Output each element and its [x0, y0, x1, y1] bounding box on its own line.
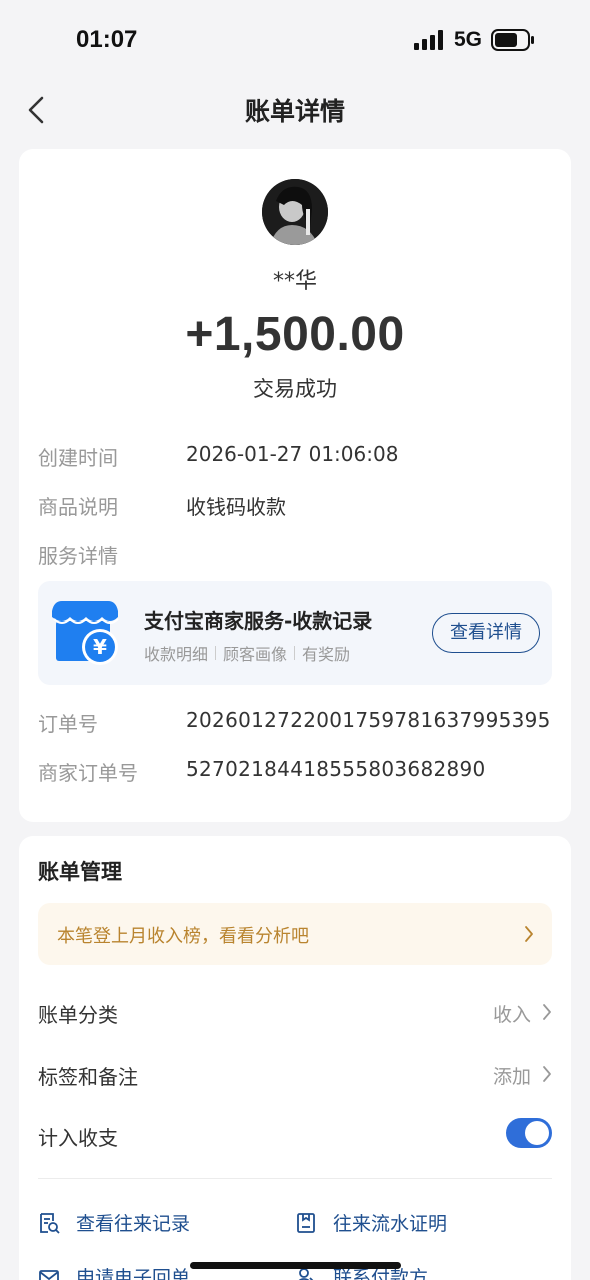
mail-icon — [39, 1269, 59, 1280]
product-desc-value: 收钱码收款 — [186, 495, 286, 519]
chevron-right-icon[interactable] — [542, 1065, 552, 1083]
transaction-status: 交易成功 — [253, 377, 337, 401]
nav-bar: 账单详情 — [0, 80, 590, 140]
page-title: 账单详情 — [244, 97, 345, 126]
tag-separator — [294, 646, 296, 660]
transaction-proof-label: 往来流水证明 — [333, 1213, 448, 1235]
battery-icon — [491, 29, 534, 51]
tag-separator — [215, 646, 217, 660]
e-receipt-link[interactable]: 申请电子回单 — [38, 1263, 190, 1280]
view-history-link[interactable]: 查看往来记录 — [38, 1209, 190, 1236]
management-title: 账单管理 — [38, 860, 122, 884]
count-in-budget-toggle[interactable] — [506, 1118, 552, 1148]
home-indicator[interactable] — [190, 1262, 401, 1269]
merchant-tag: 有奖励 — [302, 645, 351, 664]
merchant-tag: 收款明细 — [144, 645, 209, 664]
created-time-value: 2026-01-27 01:06:08 — [186, 442, 399, 466]
status-time: 01:07 — [76, 26, 138, 53]
signal-icon — [414, 30, 443, 50]
product-desc-label: 商品说明 — [38, 495, 118, 519]
count-in-budget-label: 计入收支 — [38, 1126, 118, 1150]
tags-notes-label: 标签和备注 — [38, 1065, 138, 1089]
e-receipt-label: 申请电子回单 — [76, 1267, 191, 1280]
chevron-right-icon[interactable] — [542, 1003, 552, 1021]
transaction-card: **华 +1,500.00 交易成功 创建时间 2026-01-27 01:06… — [19, 149, 571, 822]
insight-text: 本笔登上月收入榜，看看分析吧 — [57, 926, 309, 947]
merchant-service-title: 支付宝商家服务-收款记录 — [144, 609, 373, 633]
created-time-label: 创建时间 — [38, 446, 118, 470]
network-type: 5G — [454, 28, 483, 51]
order-no-label: 订单号 — [38, 712, 98, 736]
record-search-icon — [40, 1212, 60, 1234]
service-detail-label: 服务详情 — [38, 544, 118, 568]
payer-avatar — [262, 179, 328, 245]
document-icon — [297, 1212, 315, 1233]
shop-icon: ¥ — [52, 601, 119, 665]
tags-notes-value[interactable]: 添加 — [493, 1062, 531, 1089]
merchant-service-tags: 收款明细 顾客画像 有奖励 — [144, 641, 350, 665]
order-no-value: 2026012722001759781637995395 — [186, 708, 551, 732]
toggle-knob — [525, 1121, 549, 1145]
status-bar: 01:07 5G — [0, 0, 590, 80]
management-card: 账单管理 本笔登上月收入榜，看看分析吧 账单分类 收入 标签和备注 添加 计入收… — [19, 836, 571, 1280]
merchant-service-box[interactable]: ¥ 支付宝商家服务-收款记录 收款明细 顾客画像 有奖励 查看详情 — [38, 581, 552, 685]
merchant-order-value: 5270218441855580368289​0 — [186, 757, 486, 781]
chevron-right-icon — [525, 926, 533, 942]
category-value[interactable]: 收入 — [493, 1000, 531, 1027]
svg-text:¥: ¥ — [93, 635, 107, 659]
view-detail-button[interactable]: 查看详情 — [432, 613, 540, 653]
divider — [38, 1178, 552, 1179]
category-label: 账单分类 — [38, 1003, 118, 1027]
view-history-label: 查看往来记录 — [76, 1213, 191, 1235]
payer-name: **华 — [272, 269, 317, 294]
merchant-tag: 顾客画像 — [223, 645, 288, 664]
merchant-order-label: 商家订单号 — [38, 761, 138, 785]
transaction-amount: +1,500.00 — [185, 308, 405, 361]
insight-banner[interactable]: 本笔登上月收入榜，看看分析吧 — [38, 903, 552, 965]
transaction-proof-link[interactable]: 往来流水证明 — [295, 1209, 447, 1236]
